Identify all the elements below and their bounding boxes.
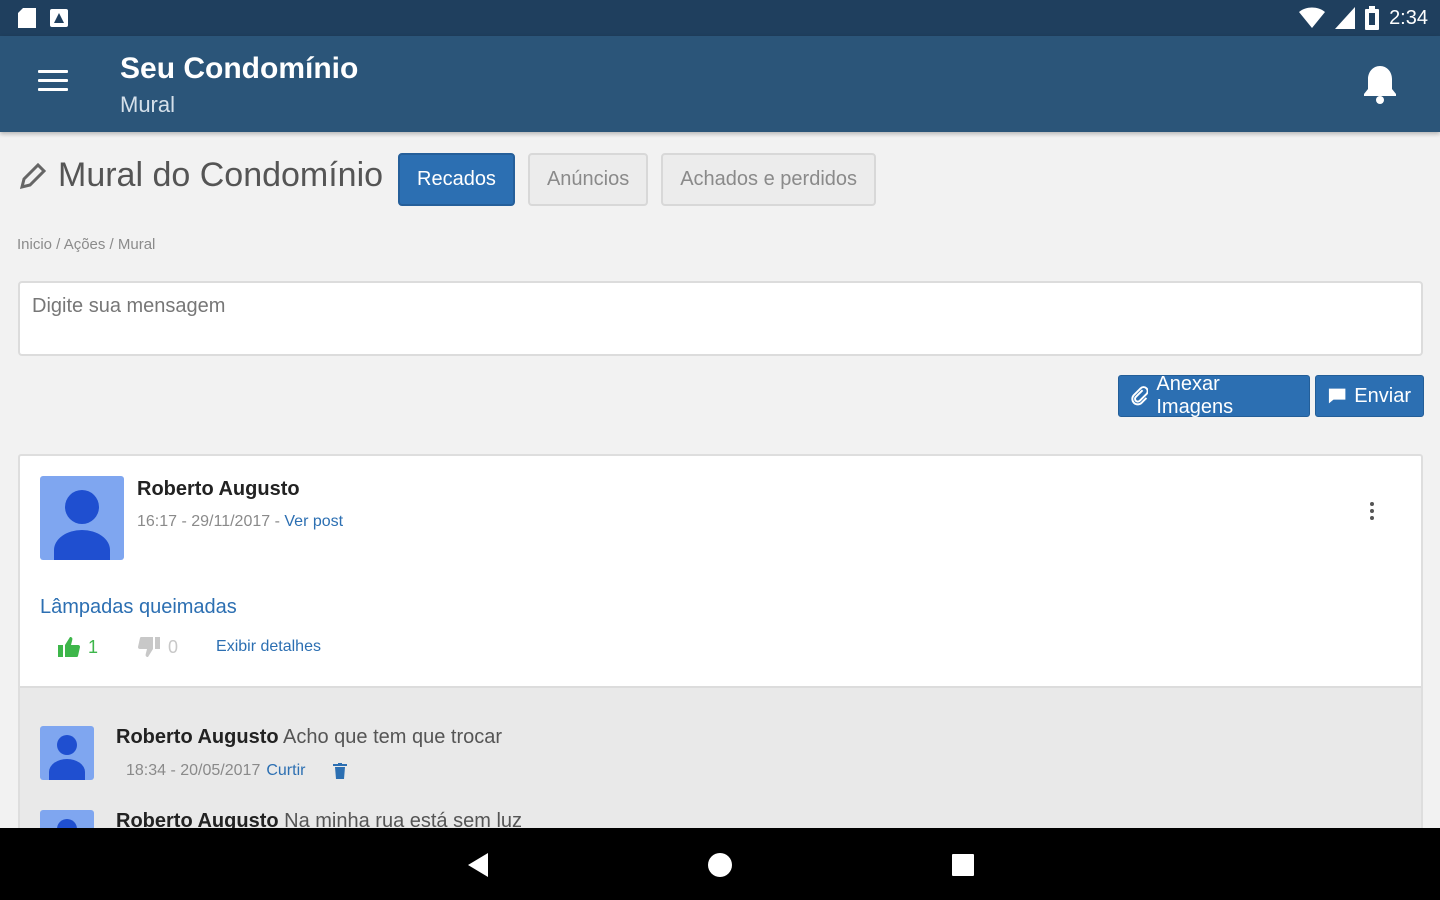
app-notification-icon (50, 9, 68, 27)
status-notifications (18, 8, 68, 28)
dislike-count: 0 (168, 636, 179, 657)
comment-author: Roberto Augusto (116, 726, 279, 748)
tab-anuncios[interactable]: Anúncios (527, 153, 649, 206)
message-input[interactable] (18, 281, 1423, 356)
dislike-button[interactable]: 0 (138, 636, 178, 658)
thumbs-up-icon (58, 637, 80, 657)
paperclip-icon (1131, 386, 1149, 406)
post-author: Roberto Augusto (137, 478, 300, 500)
post-meta: 16:17 - 29/11/2017 - Ver post (137, 513, 343, 531)
post-card: Roberto Augusto 16:17 - 29/11/2017 - Ver… (18, 454, 1423, 834)
signal-icon (1335, 7, 1356, 29)
comment-avatar (40, 726, 94, 780)
like-button[interactable]: 1 (58, 636, 98, 658)
chat-icon (1328, 388, 1346, 404)
comment-like-link[interactable]: Curtir (266, 762, 305, 780)
app-subtitle: Mural (120, 92, 176, 117)
trash-icon[interactable] (333, 763, 348, 779)
navigation-bar (0, 828, 1440, 900)
send-label: Enviar (1354, 384, 1411, 407)
tab-achados-e-perdidos[interactable]: Achados e perdidos (661, 153, 877, 206)
comment-timestamp: 18:34 - 20/05/2017 (126, 762, 261, 779)
notification-bell-icon[interactable] (1362, 64, 1398, 104)
status-system: 2:34 (1299, 6, 1428, 30)
breadcrumb: Inicio / Ações / Mural (17, 236, 156, 253)
hamburger-menu-icon[interactable] (38, 70, 70, 98)
post-timestamp: 16:17 - 29/11/2017 - (137, 513, 285, 530)
comment-body: Acho que tem que trocar (283, 726, 503, 748)
attach-images-label: Anexar Imagens (1156, 373, 1234, 418)
thumbs-down-icon (138, 637, 161, 657)
recents-square-icon[interactable] (948, 850, 978, 880)
wifi-icon (1299, 7, 1326, 28)
page-heading: Mural do Condomínio (18, 156, 383, 195)
mural-tabs: Recados Anúncios Achados e perdidos (398, 153, 877, 206)
status-bar: 2:34 (0, 0, 1440, 36)
avatar (40, 476, 124, 560)
app-title: Seu Condomínio (120, 52, 359, 85)
back-triangle-icon[interactable] (464, 850, 494, 880)
post-reactions: 1 0 Exibir detalhes (58, 636, 321, 658)
comments-section: Roberto Augusto Acho que tem que trocar … (20, 686, 1421, 832)
status-time: 2:34 (1389, 6, 1428, 29)
tab-recados[interactable]: Recados (398, 153, 515, 206)
send-button[interactable]: Enviar (1315, 375, 1424, 417)
like-count: 1 (88, 636, 99, 657)
view-post-link[interactable]: Ver post (284, 513, 343, 530)
comment-1-meta: 18:34 - 20/05/2017 Curtir (126, 762, 348, 780)
page-title: Mural do Condomínio (58, 156, 384, 194)
post-title[interactable]: Lâmpadas queimadas (40, 596, 237, 619)
pencil-icon (19, 162, 47, 189)
sd-card-icon (18, 8, 36, 28)
attach-images-button[interactable]: Anexar Imagens (1118, 373, 1310, 418)
show-details-link[interactable]: Exibir detalhes (216, 638, 321, 656)
battery-icon (1365, 6, 1380, 30)
app-bar: Seu Condomínio Mural (0, 36, 1440, 132)
comment-1: Roberto Augusto Acho que tem que trocar (116, 726, 502, 749)
home-circle-icon[interactable] (705, 850, 735, 880)
more-vertical-icon[interactable] (1367, 502, 1377, 526)
